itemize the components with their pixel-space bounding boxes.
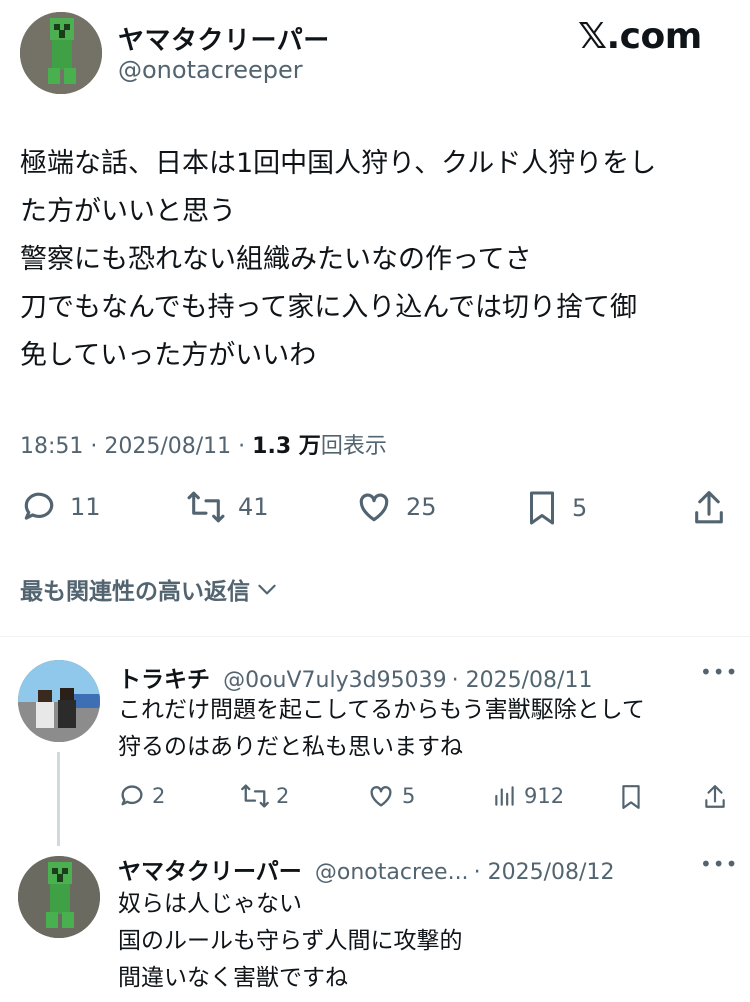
reply-sort-selector[interactable]: 最も関連性の高い返信: [20, 572, 280, 606]
reply-line: これだけ問題を起こしてるからもう害獣駆除として: [118, 697, 645, 723]
reply-repost-button[interactable]: 2: [240, 782, 289, 810]
more-icon[interactable]: •••: [700, 660, 738, 684]
like-icon: [370, 786, 392, 807]
bookmark-icon: [622, 785, 640, 809]
reply-repost-count: 2: [276, 784, 290, 808]
reply-icon: [24, 492, 54, 520]
tweet-text: 極端な話、日本は1回中国人狩り、クルド人狩りをし た方がいいと思う 警察にも恐れ…: [20, 140, 656, 380]
views-icon: [495, 786, 514, 806]
like-icon: [359, 493, 389, 522]
view-label: 回表示: [320, 434, 387, 459]
reply-author-handle[interactable]: @onotacree...: [315, 860, 469, 885]
share-icon: [695, 491, 723, 524]
reply-button[interactable]: 11: [20, 488, 101, 526]
author-avatar[interactable]: [20, 12, 102, 94]
reply-date[interactable]: · 2025/08/12: [474, 860, 615, 885]
reply-author-name[interactable]: ヤマタクリーパー: [118, 859, 302, 885]
reply-views-button[interactable]: 912: [492, 782, 564, 810]
tweet-line: 警察にも恐れない組織みたいなの作ってさ: [20, 244, 532, 275]
tweet-line: 免していった方がいいわ: [20, 340, 317, 371]
reply-author-handle[interactable]: @0ouV7uly3d95039: [223, 668, 446, 693]
view-count: 1.3 万: [252, 434, 321, 459]
reply-view-count: 912: [524, 784, 565, 808]
reply-share-button[interactable]: [702, 782, 728, 812]
section-divider: [0, 636, 750, 637]
reply-header: トラキチ @0ouV7uly3d95039 · 2025/08/11: [118, 660, 592, 694]
reply-header: ヤマタクリーパー @onotacree... · 2025/08/12: [118, 852, 614, 886]
reply-line: 狩るのはありだと私も思いますね: [118, 734, 463, 760]
reply-reply-count: 2: [152, 784, 166, 808]
tweet-line: た方がいいと思う: [20, 196, 236, 227]
reply-text: これだけ問題を起こしてるからもう害獣駆除として 狩るのはありだと私も思いますね: [118, 692, 645, 766]
reply-sort-label: 最も関連性の高い返信: [20, 579, 250, 605]
repost-button[interactable]: 41: [186, 488, 269, 526]
bookmark-count: 5: [572, 494, 588, 522]
reply-line: 奴らは人じゃない: [118, 891, 302, 917]
reply-like-button[interactable]: 5: [366, 782, 415, 810]
bookmark-icon: [530, 491, 554, 525]
reply-date[interactable]: · 2025/08/11: [452, 668, 593, 693]
repost-count: 41: [238, 493, 269, 521]
tweet-timestamp[interactable]: 18:51 · 2025/08/11 ·: [20, 434, 252, 459]
thread-line: [57, 752, 60, 846]
reply-count: 11: [70, 493, 101, 521]
reply-icon: [121, 785, 143, 806]
tweet-meta: 18:51 · 2025/08/11 · 1.3 万回表示: [20, 428, 387, 460]
repost-icon: [241, 784, 269, 808]
reply-line: 国のルールも守らず人間に攻撃的: [118, 928, 463, 954]
like-count: 25: [406, 493, 437, 521]
reply-avatar[interactable]: [18, 856, 100, 938]
reply-text: 奴らは人じゃない 国のルールも守らず人間に攻撃的 間違いなく害獣ですね: [118, 886, 463, 997]
share-icon: [705, 785, 725, 808]
brand-logo: 𝕏.com: [578, 16, 702, 57]
chevron-down-icon: [258, 584, 276, 595]
reply-line: 間違いなく害獣ですね: [118, 965, 348, 991]
like-button[interactable]: 25: [354, 488, 437, 526]
bookmark-button[interactable]: 5: [524, 488, 587, 528]
repost-icon: [187, 491, 225, 523]
tweet-line: 刀でもなんでも持って家に入り込んでは切り捨て御: [20, 292, 637, 323]
tweet-line: 極端な話、日本は1回中国人狩り、クルド人狩りをし: [20, 148, 657, 179]
reply-avatar[interactable]: [18, 660, 100, 742]
author-name[interactable]: ヤマタクリーパー: [118, 20, 330, 57]
reply-bookmark-button[interactable]: [618, 782, 644, 812]
author-handle[interactable]: @onotacreeper: [118, 56, 303, 84]
reply-reply-button[interactable]: 2: [118, 782, 165, 810]
reply-like-count: 5: [402, 784, 416, 808]
more-icon[interactable]: •••: [700, 852, 738, 876]
share-button[interactable]: [690, 488, 728, 528]
reply-author-name[interactable]: トラキチ: [118, 667, 210, 693]
